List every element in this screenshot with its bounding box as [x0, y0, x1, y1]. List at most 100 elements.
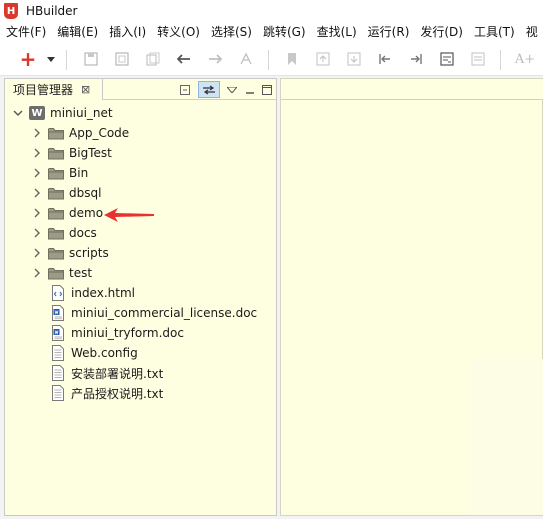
folder-icon: [48, 127, 64, 140]
tree-item-label: dbsql: [69, 186, 102, 200]
tab-label: 项目管理器: [13, 83, 74, 97]
folder-icon: [48, 187, 64, 200]
tree-item-label: App_Code: [69, 126, 130, 140]
chevron-right-icon[interactable]: [32, 148, 42, 158]
undo-icon[interactable]: [176, 51, 192, 67]
save-all-icon[interactable]: [114, 51, 130, 67]
tree-item-label: BigTest: [69, 146, 112, 160]
tree-folder-docs[interactable]: docs: [32, 223, 97, 243]
chevron-right-icon[interactable]: [32, 168, 42, 178]
text-file-icon: [51, 365, 65, 381]
app-title: HBuilder: [26, 4, 78, 18]
chevron-right-icon[interactable]: [32, 188, 42, 198]
annotation-arrow-icon: [104, 208, 154, 222]
tree-folder-demo[interactable]: demo: [32, 203, 103, 223]
tree-item-label: index.html: [71, 286, 135, 300]
editor-area[interactable]: [280, 78, 543, 516]
tree-folder-dbsql[interactable]: dbsql: [32, 183, 101, 203]
chevron-right-icon[interactable]: [32, 208, 42, 218]
tree-item-label: scripts: [69, 246, 109, 260]
redo-icon[interactable]: [207, 51, 223, 67]
menu-item[interactable]: 编辑(E): [51, 22, 103, 43]
hbuilder-logo-icon: H: [4, 3, 18, 19]
menu-item[interactable]: 文件(F): [0, 22, 51, 43]
tree-folder-bigtest[interactable]: BigTest: [32, 143, 112, 163]
tree-file-item[interactable]: miniui_commercial_license.doc: [51, 303, 257, 323]
project-manager-panel: 项目管理器 ⊠ Wminiui_net App_Code BigTest Bin dbs…: [4, 78, 277, 516]
folder-icon: [48, 247, 64, 260]
doc-icon[interactable]: [470, 51, 486, 67]
last-icon[interactable]: [408, 51, 424, 67]
tree-item-label: miniui_commercial_license.doc: [71, 306, 258, 320]
panel-header: 项目管理器 ⊠: [5, 79, 276, 100]
folder-icon: [48, 227, 64, 240]
link-editor-icon[interactable]: [198, 81, 220, 98]
web-project-icon: W: [29, 106, 45, 120]
toolbar-separator: [66, 50, 67, 70]
tree-file-item[interactable]: 产品授权说明.txt: [51, 383, 163, 403]
toolbar: + A+: [0, 43, 543, 76]
page-down-icon[interactable]: [346, 51, 362, 67]
chevron-right-icon[interactable]: [32, 248, 42, 258]
tree-item-label: Bin: [69, 166, 89, 180]
folder-icon: [48, 147, 64, 160]
menu-item[interactable]: 转义(O): [151, 22, 205, 43]
menu-bar: 文件(F) 编辑(E) 插入(I) 转义(O) 选择(S) 跳转(G) 查找(L) 运行(R)…: [0, 22, 543, 43]
view-menu-icon[interactable]: [224, 82, 239, 97]
close-icon[interactable]: ⊠: [81, 83, 90, 96]
menu-item[interactable]: 插入(I): [103, 22, 151, 43]
menu-item[interactable]: 跳转(G): [257, 22, 311, 43]
tree-item-label: docs: [69, 226, 97, 240]
chevron-right-icon[interactable]: [32, 228, 42, 238]
tree-folder-scripts[interactable]: scripts: [32, 243, 109, 263]
bookmark-icon[interactable]: [284, 51, 300, 67]
tree-item-label: test: [69, 266, 93, 280]
folder-icon: [48, 267, 64, 280]
save-icon[interactable]: [83, 51, 99, 67]
doc-file-icon: [51, 325, 65, 341]
new-icon[interactable]: +: [20, 49, 37, 69]
menu-item[interactable]: 选择(S): [205, 22, 257, 43]
collapse-all-icon[interactable]: [177, 82, 192, 97]
html-file-icon: [51, 285, 65, 301]
tree-file-item[interactable]: miniui_tryform.doc: [51, 323, 184, 343]
tree-folder-app-code[interactable]: App_Code: [32, 123, 129, 143]
tree-file-item[interactable]: 安装部署说明.txt: [51, 363, 163, 383]
text-file-icon: [51, 345, 65, 361]
editor-tab-bar: [281, 79, 543, 100]
format-icon[interactable]: [238, 51, 254, 67]
tree-item-label: demo: [69, 206, 104, 220]
copy-icon[interactable]: [145, 51, 161, 67]
chevron-right-icon[interactable]: [32, 268, 42, 278]
tree-folder-test[interactable]: test: [32, 263, 92, 283]
menu-item[interactable]: 运行(R): [362, 22, 415, 43]
chevron-right-icon[interactable]: [32, 128, 42, 138]
title-bar: H HBuilder: [0, 0, 543, 22]
tab-project-manager[interactable]: 项目管理器 ⊠: [5, 79, 103, 100]
tree-item-label: miniui_net: [50, 106, 113, 120]
tree-item-label: miniui_tryform.doc: [71, 326, 184, 340]
page-up-icon[interactable]: [315, 51, 331, 67]
chevron-down-icon[interactable]: [13, 108, 23, 118]
text-file-icon: [51, 385, 65, 401]
first-icon[interactable]: [377, 51, 393, 67]
folder-icon: [48, 167, 64, 180]
tree-file-item[interactable]: index.html: [51, 283, 135, 303]
doc-file-icon: [51, 305, 65, 321]
menu-item[interactable]: 发行(D): [414, 22, 468, 43]
tree-folder-bin[interactable]: Bin: [32, 163, 88, 183]
toolbar-separator: [268, 50, 269, 70]
tree-file-item[interactable]: Web.config: [51, 343, 138, 363]
preview-icon[interactable]: [439, 51, 455, 67]
maximize-icon[interactable]: [259, 82, 274, 97]
dropdown-arrow-icon[interactable]: [45, 51, 57, 67]
tree-item-label: Web.config: [71, 346, 138, 360]
menu-item[interactable]: 视: [520, 22, 543, 43]
menu-item[interactable]: 工具(T): [468, 22, 520, 43]
minimize-icon[interactable]: [242, 82, 257, 97]
menu-item[interactable]: 查找(L): [311, 22, 362, 43]
font-size-icon[interactable]: A+: [515, 51, 535, 67]
editor-background: [471, 359, 543, 515]
tree-item-label: 产品授权说明.txt: [71, 386, 164, 401]
tree-root-miniui-net[interactable]: Wminiui_net: [13, 103, 113, 123]
